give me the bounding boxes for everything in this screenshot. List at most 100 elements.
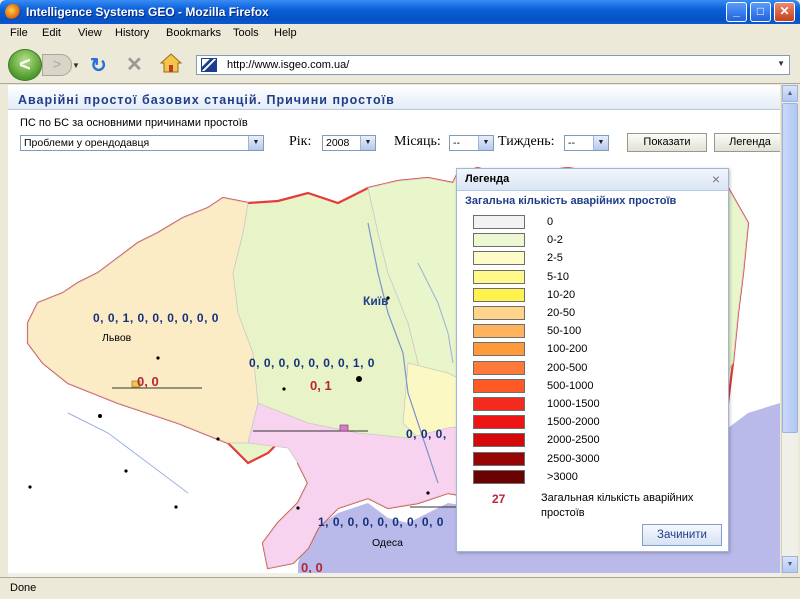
river-dniester xyxy=(67,412,189,494)
site-favicon-icon xyxy=(201,58,217,72)
city-dot xyxy=(216,437,220,441)
chevron-down-icon[interactable]: ▼ xyxy=(478,136,493,150)
region-centre-series: 0, 0, 0, 0, 0, 0, 0, 1, 0 xyxy=(249,356,375,370)
month-select-value: -- xyxy=(453,137,460,149)
legend-title: Легенда xyxy=(465,173,510,185)
legend-swatch xyxy=(473,251,525,265)
scroll-thumb[interactable] xyxy=(782,103,798,433)
legend-swatch-label: 1500-2000 xyxy=(547,416,600,428)
legend-swatch-label: 2000-2500 xyxy=(547,434,600,446)
legend-swatch xyxy=(473,270,525,284)
region-east-series: 0, 0, 0, xyxy=(406,427,447,441)
region-south-total: 0, 0 xyxy=(301,560,323,573)
city-dot xyxy=(174,505,178,509)
region-marker xyxy=(339,424,349,432)
legend-swatch-label: 2-5 xyxy=(547,252,563,264)
week-select-value: -- xyxy=(568,137,575,149)
legend-swatch xyxy=(473,379,525,393)
month-select[interactable]: -- ▼ xyxy=(449,135,494,151)
region-west-total: 0, 0 xyxy=(137,374,159,389)
vertical-scrollbar[interactable]: ▲ ▼ xyxy=(781,85,798,573)
menu-tools[interactable]: Tools xyxy=(233,27,259,39)
legend-swatch-label: 200-500 xyxy=(547,362,588,374)
city-odesa: Одеса xyxy=(372,537,403,549)
menu-file[interactable]: File xyxy=(10,27,28,39)
navigation-toolbar: < > ▼ ↻ ✕ http://www.isgeo.com.ua/ ▼ xyxy=(0,44,800,84)
legend-swatch xyxy=(473,415,525,429)
city-dot xyxy=(28,485,32,489)
reason-select-value: Проблеми у орендодавця xyxy=(24,137,150,149)
close-button[interactable]: ✕ xyxy=(774,2,795,22)
legend-panel[interactable]: Легенда × Загальна кількість аварійних п… xyxy=(456,168,729,552)
legend-swatch xyxy=(473,324,525,338)
legend-swatch xyxy=(473,397,525,411)
legend-close-button[interactable]: Зачинити xyxy=(642,524,722,546)
chevron-down-icon[interactable]: ▼ xyxy=(593,136,608,150)
legend-swatch xyxy=(473,452,525,466)
legend-swatch-label: 1000-1500 xyxy=(547,398,600,410)
legend-swatch xyxy=(473,215,525,229)
chevron-down-icon[interactable]: ▼ xyxy=(248,136,263,150)
history-dropdown-icon[interactable]: ▼ xyxy=(72,61,80,70)
close-icon[interactable]: × xyxy=(712,171,720,187)
legend-swatch xyxy=(473,233,525,247)
legend-count-label: Загальная кількість аварійних простоїв xyxy=(541,492,694,519)
legend-swatch xyxy=(473,433,525,447)
city-dot xyxy=(98,414,102,418)
legend-header[interactable]: Легенда × xyxy=(457,169,728,191)
page-title: Аварійні простої базових станцій. Причин… xyxy=(18,93,395,107)
region-west-series: 0, 0, 1, 0, 0, 0, 0, 0, 0 xyxy=(93,311,219,325)
legend-swatch-label: 0-2 xyxy=(547,234,563,246)
url-dropdown-icon[interactable]: ▼ xyxy=(777,59,785,68)
home-icon[interactable] xyxy=(160,53,182,73)
legend-subtitle: Загальна кількість аварійних простоїв xyxy=(465,195,677,207)
forward-button[interactable]: > xyxy=(42,54,72,76)
minimize-button[interactable]: _ xyxy=(726,2,747,22)
legend-swatch-label: 2500-3000 xyxy=(547,453,600,465)
legend-swatch xyxy=(473,470,525,484)
legend-swatch-label: 5-10 xyxy=(547,271,570,283)
week-label: Тиждень: xyxy=(498,134,555,149)
reason-select[interactable]: Проблеми у орендодавця ▼ xyxy=(20,135,264,151)
stop-icon[interactable]: ✕ xyxy=(126,52,143,77)
city-dot xyxy=(124,469,128,473)
year-label: Рік: xyxy=(289,134,312,149)
scroll-down-icon[interactable]: ▼ xyxy=(782,556,798,573)
week-select[interactable]: -- ▼ xyxy=(564,135,609,151)
legend-swatch-label: 50-100 xyxy=(547,325,582,337)
legend-count-value: 27 xyxy=(492,492,506,506)
menu-history[interactable]: History xyxy=(115,27,149,39)
city-dot xyxy=(356,376,362,382)
legend-swatch-label: 500-1000 xyxy=(547,380,594,392)
show-button[interactable]: Показати xyxy=(627,133,707,152)
legend-swatch xyxy=(473,306,525,320)
back-button[interactable]: < xyxy=(8,49,42,81)
status-bar: Done xyxy=(0,577,800,599)
firefox-icon xyxy=(5,4,21,20)
legend-swatch-label: >3000 xyxy=(547,471,578,483)
legend-swatch-label: 20-50 xyxy=(547,307,576,319)
filter-label: ПС по БС за основними причинами простоїв xyxy=(20,117,248,129)
maximize-button[interactable]: □ xyxy=(750,2,771,22)
city-lviv: Львов xyxy=(102,332,132,344)
menu-help[interactable]: Help xyxy=(274,27,297,39)
menu-view[interactable]: View xyxy=(78,27,102,39)
address-bar[interactable]: http://www.isgeo.com.ua/ ▼ xyxy=(196,55,790,75)
reload-icon[interactable]: ↻ xyxy=(90,53,107,78)
month-label: Місяць: xyxy=(394,134,441,149)
region-south-series: 1, 0, 0, 0, 0, 0, 0, 0, 0 xyxy=(318,515,444,529)
legend-swatch xyxy=(473,361,525,375)
year-select[interactable]: 2008 ▼ xyxy=(322,135,376,151)
status-text: Done xyxy=(10,582,37,594)
scroll-up-icon[interactable]: ▲ xyxy=(782,85,798,102)
legend-swatch-label: 10-20 xyxy=(547,289,576,301)
legend-button[interactable]: Легенда xyxy=(714,133,780,152)
menu-bar: File Edit View History Bookmarks Tools H… xyxy=(0,24,800,44)
menu-bookmarks[interactable]: Bookmarks xyxy=(166,27,221,39)
chevron-down-icon[interactable]: ▼ xyxy=(360,136,375,150)
city-dot xyxy=(296,506,300,510)
page-header: Аварійні простої базових станцій. Причин… xyxy=(8,85,780,110)
region-centre-total: 0, 1 xyxy=(310,378,332,393)
menu-edit[interactable]: Edit xyxy=(42,27,61,39)
url-text[interactable]: http://www.isgeo.com.ua/ xyxy=(227,59,349,71)
